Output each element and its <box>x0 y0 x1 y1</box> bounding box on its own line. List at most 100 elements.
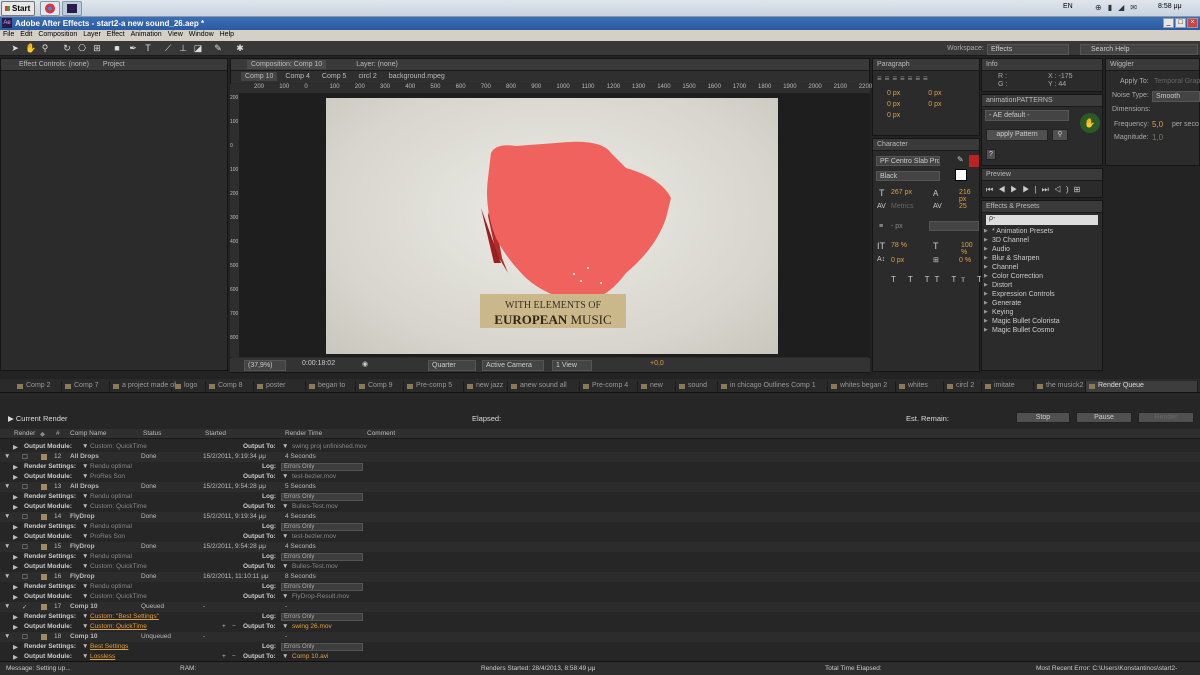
col-started[interactable]: Started <box>205 430 226 437</box>
effect-category-expression-controls[interactable]: Expression Controls <box>982 290 1102 299</box>
subtab-comp5[interactable]: Comp 5 <box>322 73 347 80</box>
col-status[interactable]: Status <box>143 430 161 437</box>
menu-view[interactable]: View <box>165 30 186 39</box>
render-item-row[interactable]: ▼ ☐ 14 FlyDrop Done 15/2/2011, 9:19:34 μμ 4 Se… <box>0 512 1200 522</box>
timeline-tab-11[interactable]: Pre-comp 4 <box>580 381 638 392</box>
render-settings-row[interactable]: ▶ Render Settings: ▼ Rendu optimal Log: Error… <box>0 522 1200 532</box>
indent-right[interactable]: 0 px <box>928 90 941 97</box>
preset-dropdown[interactable]: - AE default - <box>985 110 1069 121</box>
preview-title[interactable]: Preview <box>982 169 1102 181</box>
render-settings-value[interactable]: Rendu optimal <box>90 463 132 470</box>
col-comment[interactable]: Comment <box>367 430 395 437</box>
effect-category-blur-sharpen[interactable]: Blur & Sharpen <box>982 254 1102 263</box>
output-arrow-icon[interactable]: ▼ <box>282 653 288 660</box>
output-module-row[interactable]: ▶ Output Module: ▼ ProRes Son Output To: ▼ tes… <box>0 472 1200 482</box>
search-pattern-icon[interactable]: ⚲ <box>1052 129 1068 141</box>
timeline-tab-9[interactable]: new jazz <box>464 381 508 392</box>
item-comp-name[interactable]: Comp 10 <box>70 603 97 610</box>
output-file[interactable]: test-bezier.mov <box>292 473 336 480</box>
rectangle-tool-icon[interactable]: ■ <box>112 43 122 53</box>
output-module-row[interactable]: ▶ Output Module: ▼ Custom: QuickTime Output … <box>0 562 1200 572</box>
font-size-value[interactable]: 267 px <box>891 189 912 196</box>
timeline-tab-5[interactable]: poster <box>254 381 306 392</box>
render-settings-value[interactable]: Rendu optimal <box>90 523 132 530</box>
dropdown-arrow-icon[interactable]: ▼ <box>82 473 88 480</box>
chrome-taskbar-icon[interactable] <box>40 1 60 16</box>
help-button[interactable]: ? <box>986 149 996 160</box>
maximize-button[interactable]: □ <box>1175 18 1186 28</box>
playback-controls[interactable]: ⏮◀▶▶|⏭◁)⊞ <box>982 181 1102 195</box>
indent-left[interactable]: 0 px <box>887 90 900 97</box>
render-settings-value[interactable]: Best Settings <box>90 643 128 650</box>
dropdown-arrow-icon[interactable]: ▼ <box>82 553 88 560</box>
snapshot-icon[interactable]: ◉ <box>362 360 368 368</box>
dropdown-arrow-icon[interactable]: ▼ <box>82 653 88 660</box>
dropdown-arrow-icon[interactable]: ▼ <box>82 503 88 510</box>
indent-first[interactable]: 0 px <box>887 101 900 108</box>
hand-tool-icon[interactable]: ✋ <box>25 43 36 53</box>
output-module-row[interactable]: ▶ Output Module: ▼ Custom: QuickTime + − Outpu… <box>0 622 1200 632</box>
camera-dropdown[interactable]: Active Camera <box>482 360 544 371</box>
frequency-value[interactable]: 5,0 <box>1152 120 1163 129</box>
leading-value[interactable]: 216 px <box>959 189 979 203</box>
log-dropdown[interactable]: Errors Only <box>281 493 363 501</box>
render-button[interactable]: Render <box>1138 412 1194 423</box>
search-help-input[interactable]: Search Help <box>1080 44 1198 55</box>
menu-help[interactable]: Help <box>217 30 237 39</box>
render-item-row[interactable]: ▼ ☐ 13 All Drops Done 15/2/2011, 9:54:28 μμ 5 … <box>0 482 1200 492</box>
output-module-row[interactable]: ▶ Output Module: ▼ Custom: QuickTime Output … <box>0 592 1200 602</box>
paragraph-title[interactable]: Paragraph <box>873 59 979 71</box>
render-checkbox[interactable]: ✓ <box>22 603 27 611</box>
render-item-row[interactable]: ▼ ☐ 12 All Drops Done 15/2/2011, 9:19:34 μμ 4 … <box>0 452 1200 462</box>
output-arrow-icon[interactable]: ▼ <box>282 533 288 540</box>
render-settings-row[interactable]: ▶ Render Settings: ▼ Rendu optimal Log: Error… <box>0 552 1200 562</box>
dropdown-arrow-icon[interactable]: ▼ <box>82 643 88 650</box>
output-module-value[interactable]: Custom: QuickTime <box>90 623 147 630</box>
effect-category-keying[interactable]: Keying <box>982 308 1102 317</box>
output-file[interactable]: Bulles-Test.mov <box>292 503 338 510</box>
remove-output-module-button[interactable]: − <box>232 653 236 660</box>
vertical-scale-value[interactable]: 78 % <box>891 242 907 249</box>
log-dropdown[interactable]: Errors Only <box>281 583 363 591</box>
eraser-tool-icon[interactable]: ◪ <box>193 43 203 53</box>
dropdown-arrow-icon[interactable]: ▼ <box>82 623 88 630</box>
item-comp-name[interactable]: FlyDrop <box>70 573 95 580</box>
pan-behind-tool-icon[interactable]: ⊞ <box>92 43 102 53</box>
col-render-time[interactable]: Render Time <box>285 430 322 437</box>
expand-arrow-icon[interactable]: ▶ <box>13 493 18 501</box>
start-button[interactable]: Start <box>1 1 35 16</box>
subtab-comp4[interactable]: Comp 4 <box>285 73 310 80</box>
wiggler-title[interactable]: Wiggler <box>1106 59 1199 71</box>
dropdown-arrow-icon[interactable]: ▼ <box>82 613 88 620</box>
timeline-tab-19[interactable]: the musick2 <box>1034 381 1086 392</box>
space-after[interactable]: 0 px <box>873 108 979 119</box>
anim-patterns-title[interactable]: animationPATTERNS <box>982 95 1102 107</box>
dropdown-arrow-icon[interactable]: ▼ <box>82 563 88 570</box>
expand-arrow-icon[interactable]: ▼ <box>4 573 10 580</box>
expand-arrow-icon[interactable]: ▶ <box>13 503 18 511</box>
item-comp-name[interactable]: FlyDrop <box>70 513 95 520</box>
label-color-swatch[interactable] <box>41 604 47 610</box>
timeline-tab-17[interactable]: circl 2 <box>944 381 982 392</box>
roto-brush-tool-icon[interactable]: ✎ <box>213 43 223 53</box>
expand-arrow-icon[interactable]: ▶ <box>13 643 18 651</box>
tab-effect-controls[interactable]: Effect Controls: (none) <box>5 61 89 68</box>
dropdown-arrow-icon[interactable]: ▼ <box>82 443 88 450</box>
menu-file[interactable]: File <box>0 30 17 39</box>
output-file[interactable]: Bulles-Test.mov <box>292 563 338 570</box>
item-comp-name[interactable]: FlyDrop <box>70 543 95 550</box>
camera-tool-icon[interactable]: ⎔ <box>77 43 87 53</box>
render-checkbox[interactable]: ☐ <box>22 513 28 521</box>
menu-layer[interactable]: Layer <box>80 30 104 39</box>
zoom-tool-icon[interactable]: ⚲ <box>40 43 50 53</box>
output-module-value[interactable]: Custom: QuickTime <box>90 503 147 510</box>
render-settings-value[interactable]: Custom: "Best Settings" <box>90 613 159 620</box>
timeline-tab-10[interactable]: anew sound all <box>508 381 580 392</box>
font-family-dropdown[interactable]: PF Centro Slab Pro <box>876 156 940 166</box>
magnitude-value[interactable]: 1,0 <box>1152 133 1163 142</box>
dropdown-arrow-icon[interactable]: ▼ <box>82 463 88 470</box>
expand-arrow-icon[interactable]: ▼ <box>4 513 10 520</box>
output-module-row[interactable]: ▶ Output Module: ▼ Custom: QuickTime Output … <box>0 502 1200 512</box>
render-settings-row[interactable]: ▶ Render Settings: ▼ Rendu optimal Log: Error… <box>0 462 1200 472</box>
output-arrow-icon[interactable]: ▼ <box>282 563 288 570</box>
